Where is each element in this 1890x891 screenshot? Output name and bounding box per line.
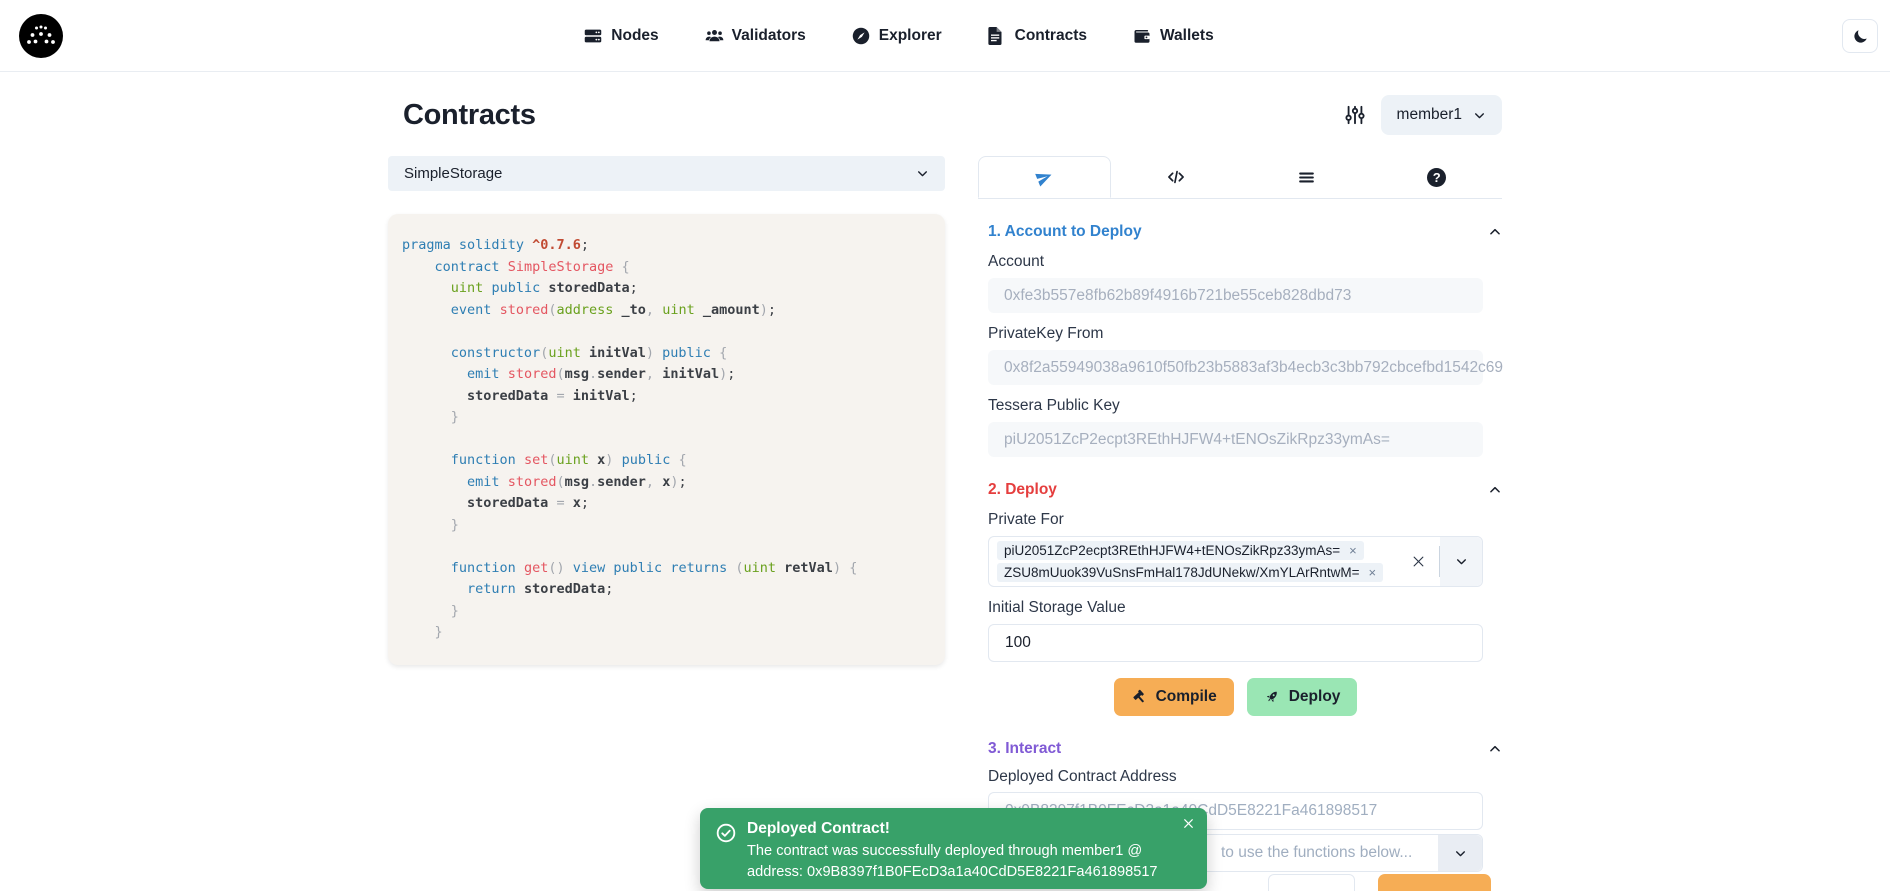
- navbar: Nodes Validators Explorer Contracts Wall…: [0, 0, 1890, 72]
- privatekey-label: PrivateKey From: [988, 325, 1502, 343]
- account-value: 0xfe3b557e8fb62b89f4916b721be55ceb828dbd…: [1004, 287, 1351, 305]
- file-contract-icon: [988, 27, 1006, 45]
- nav-item-wallets[interactable]: Wallets: [1133, 27, 1214, 45]
- tabbar: [978, 156, 1502, 199]
- initial-storage-input[interactable]: 100: [988, 624, 1483, 662]
- private-for-label: Private For: [988, 511, 1502, 529]
- contract-select-value: SimpleStorage: [404, 165, 502, 182]
- function-action-button[interactable]: [1378, 874, 1491, 891]
- initial-storage-label: Initial Storage Value: [988, 599, 1502, 617]
- paper-plane-icon: [1035, 168, 1054, 187]
- nav-label-nodes: Nodes: [611, 27, 658, 45]
- users-icon: [705, 27, 723, 45]
- tessera-key-label: Tessera Public Key: [988, 397, 1502, 415]
- remove-tag-icon[interactable]: [1369, 566, 1377, 579]
- nav-item-nodes[interactable]: Nodes: [584, 27, 658, 45]
- toast-message: The contract was successfully deployed t…: [747, 841, 1177, 882]
- tag-value: piU2051ZcP2ecpt3REthHJFW4+tENOsZikRpz33y…: [1004, 543, 1340, 558]
- chevron-down-icon[interactable]: [1440, 537, 1482, 586]
- code-block: pragma solidity ^0.7.6; contract SimpleS…: [388, 214, 945, 665]
- rocket-icon: [1264, 689, 1280, 705]
- chevron-down-icon[interactable]: [1438, 835, 1482, 871]
- toast-title: Deployed Contract!: [747, 819, 1177, 839]
- nav-label-explorer: Explorer: [879, 27, 942, 45]
- chevron-up-icon[interactable]: [1488, 742, 1502, 756]
- nav-item-explorer[interactable]: Explorer: [852, 27, 942, 45]
- private-for-tag: ZSU8mUuok39VuSnsFmHal178JdUNekw/XmYLArRn…: [997, 563, 1383, 582]
- deployed-address-label: Deployed Contract Address: [988, 768, 1502, 786]
- tab-help[interactable]: [1372, 156, 1503, 198]
- private-for-multiselect[interactable]: piU2051ZcP2ecpt3REthHJFW4+tENOsZikRpz33y…: [988, 536, 1483, 587]
- nav-item-validators[interactable]: Validators: [705, 27, 806, 45]
- account-input: 0xfe3b557e8fb62b89f4916b721be55ceb828dbd…: [988, 278, 1483, 313]
- main-nav: Nodes Validators Explorer Contracts Wall…: [584, 27, 1213, 45]
- section-title-interact: 3. Interact: [988, 740, 1061, 758]
- clear-all-icon[interactable]: [1397, 537, 1439, 586]
- deploy-button[interactable]: Deploy: [1247, 678, 1358, 716]
- logo-dots-icon: [19, 14, 63, 58]
- app-logo[interactable]: [19, 14, 63, 58]
- page-header: Contracts member1: [388, 95, 1502, 135]
- nav-label-contracts: Contracts: [1015, 27, 1087, 45]
- theme-toggle-button[interactable]: [1842, 19, 1878, 53]
- section-title-deploy: 2. Deploy: [988, 481, 1057, 499]
- filter-sliders-icon[interactable]: [1344, 104, 1366, 126]
- page-title: Contracts: [388, 99, 536, 132]
- nav-item-contracts[interactable]: Contracts: [988, 27, 1087, 45]
- member-selector-button[interactable]: member1: [1381, 95, 1502, 135]
- moon-icon: [1852, 28, 1869, 45]
- nav-label-validators: Validators: [732, 27, 806, 45]
- initial-storage-value: 100: [1005, 634, 1031, 652]
- section-title-account: 1. Account to Deploy: [988, 223, 1142, 241]
- compile-button[interactable]: Compile: [1114, 678, 1234, 716]
- check-circle-icon: [716, 823, 736, 878]
- toast-success: Deployed Contract! The contract was succ…: [700, 808, 1207, 889]
- tab-code[interactable]: [1111, 156, 1242, 198]
- chevron-down-icon: [1473, 109, 1486, 122]
- nav-label-wallets: Wallets: [1160, 27, 1214, 45]
- code-icon: [1166, 167, 1186, 187]
- server-icon: [584, 27, 602, 45]
- hammer-icon: [1131, 689, 1147, 705]
- tab-deploy[interactable]: [978, 156, 1111, 198]
- contract-select[interactable]: SimpleStorage: [388, 156, 945, 191]
- chevron-up-icon[interactable]: [1488, 225, 1502, 239]
- member-selector-label: member1: [1397, 106, 1462, 124]
- tessera-key-input: piU2051ZcP2ecpt3REthHJFW4+tENOsZikRpz33y…: [988, 422, 1483, 457]
- function-arg-input[interactable]: [1268, 874, 1355, 891]
- tessera-key-value: piU2051ZcP2ecpt3REthHJFW4+tENOsZikRpz33y…: [1004, 431, 1390, 449]
- privatekey-value: 0x8f2a55949038a9610f50fb23b5883af3b4ecb3…: [1004, 359, 1503, 377]
- wallet-icon: [1133, 27, 1151, 45]
- deploy-label: Deploy: [1289, 688, 1341, 706]
- compass-icon: [852, 27, 870, 45]
- list-icon: [1297, 168, 1316, 187]
- close-icon[interactable]: [1182, 817, 1195, 830]
- chevron-up-icon[interactable]: [1488, 483, 1502, 497]
- remove-tag-icon[interactable]: [1349, 544, 1357, 557]
- main-content: Contracts member1 SimpleStorage pragma s…: [388, 95, 1502, 891]
- account-label: Account: [988, 253, 1502, 271]
- private-for-tag: piU2051ZcP2ecpt3REthHJFW4+tENOsZikRpz33y…: [997, 541, 1364, 560]
- tab-logs[interactable]: [1241, 156, 1372, 198]
- tag-value: ZSU8mUuok39VuSnsFmHal178JdUNekw/XmYLArRn…: [1004, 565, 1360, 580]
- question-icon: [1427, 168, 1446, 187]
- privatekey-input: 0x8f2a55949038a9610f50fb23b5883af3b4ecb3…: [988, 350, 1483, 385]
- chevron-down-icon: [916, 167, 929, 180]
- compile-label: Compile: [1156, 688, 1217, 706]
- deploy-panel: 1. Account to Deploy Account 0xfe3b557e8…: [978, 199, 1502, 891]
